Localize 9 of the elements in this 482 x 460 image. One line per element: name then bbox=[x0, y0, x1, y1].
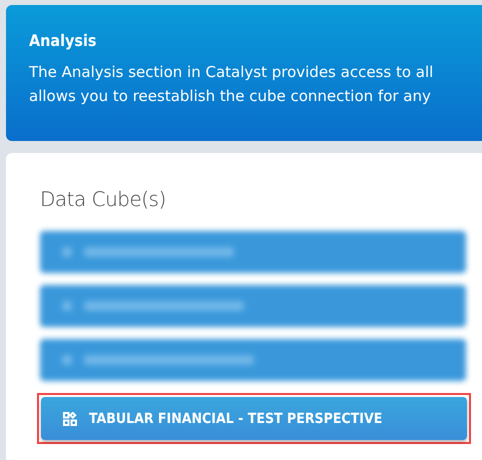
panel-title: Data Cube(s) bbox=[40, 187, 167, 211]
banner-text: The Analysis section in Catalyst provides access to all bbox=[29, 62, 434, 83]
blurred-cube-button[interactable] bbox=[40, 231, 466, 273]
blurred-cube-button[interactable] bbox=[40, 285, 466, 327]
blurred-cube-button[interactable] bbox=[40, 339, 466, 381]
cube-button[interactable]: TABULAR FINANCIAL - TEST PERSPECTIVE bbox=[41, 397, 467, 440]
banner-title: Analysis bbox=[29, 31, 98, 50]
shapes-icon bbox=[63, 412, 77, 426]
banner-text: allows you to reestablish the cube connection for any bbox=[29, 86, 432, 107]
